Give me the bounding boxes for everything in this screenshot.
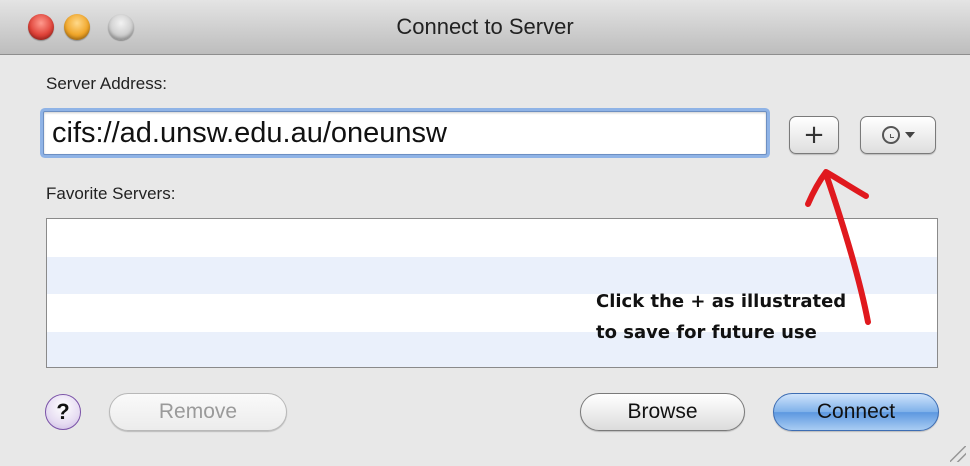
server-address-input[interactable] — [43, 111, 767, 155]
resize-grip[interactable] — [950, 446, 966, 462]
clock-icon — [881, 126, 900, 144]
connect-button[interactable]: Connect — [773, 393, 939, 431]
connect-to-server-window: Connect to Server Server Address: + Favo… — [0, 0, 970, 466]
chevron-down-icon — [904, 132, 915, 138]
help-button[interactable]: ? — [45, 394, 81, 430]
annotation-text-line-1: Click the + as illustrated — [596, 291, 847, 312]
remove-button[interactable]: Remove — [109, 393, 287, 431]
add-favorite-button[interactable]: + — [789, 116, 839, 154]
annotation-text-line-2: to save for future use — [596, 322, 817, 343]
browse-button[interactable]: Browse — [580, 393, 745, 431]
favorite-servers-label: Favorite Servers: — [46, 184, 176, 203]
title-bar[interactable]: Connect to Server — [0, 0, 970, 55]
recent-servers-button[interactable] — [860, 116, 936, 154]
window-title: Connect to Server — [396, 14, 574, 39]
server-address-label: Server Address: — [46, 74, 167, 93]
